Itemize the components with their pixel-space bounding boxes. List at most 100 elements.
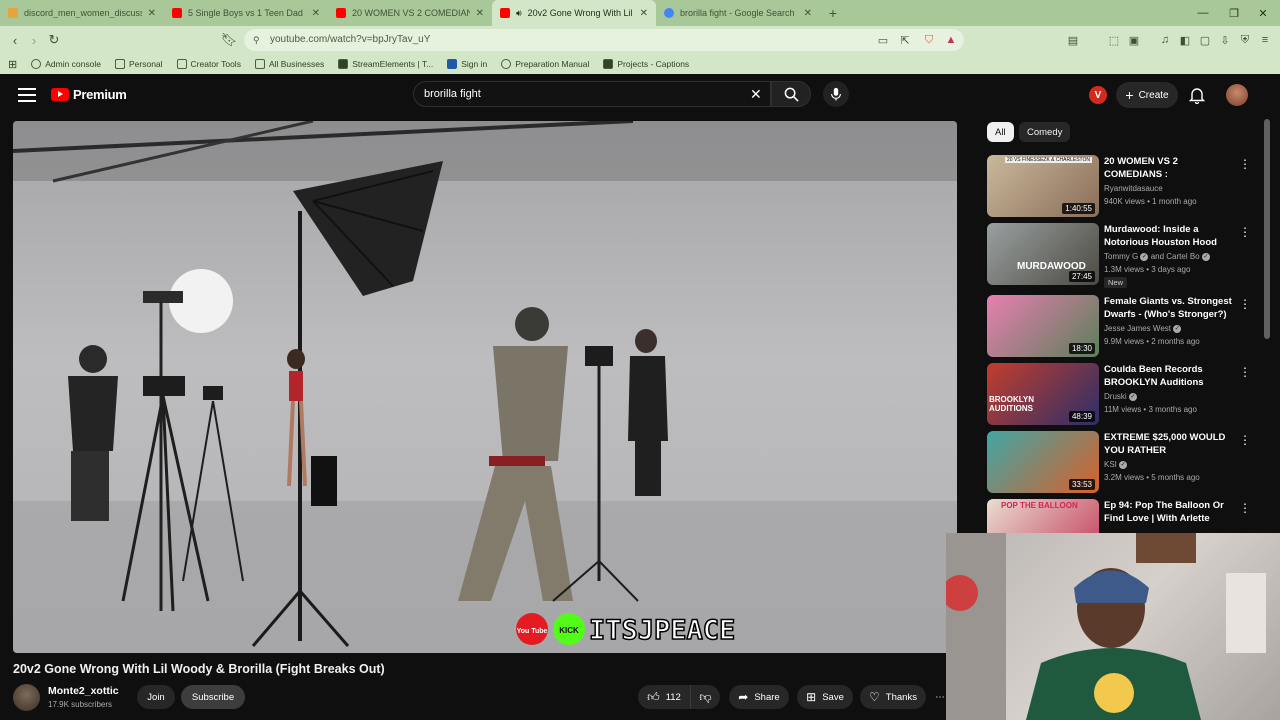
recommendation-meta: 11M views • 3 months ago	[1104, 405, 1197, 414]
minimize-icon[interactable]: —	[1186, 0, 1220, 26]
site-info-icon[interactable]: ⚲	[253, 29, 260, 51]
youtube-premium-logo[interactable]: Premium	[51, 87, 127, 102]
browser-tab[interactable]: 20 WOMEN VS 2 COMEDIANS : BRO ✕	[328, 0, 492, 26]
create-button[interactable]: + Create	[1116, 82, 1178, 108]
search-button[interactable]	[771, 81, 811, 107]
like-button[interactable]: 👍︎ 112	[638, 685, 690, 709]
extensions-icon[interactable]: ⬚	[1107, 33, 1121, 47]
kebab-menu-icon[interactable]: ⋮	[1239, 365, 1251, 379]
kebab-menu-icon[interactable]: ⋮	[1239, 297, 1251, 311]
bookmark-item[interactable]: Projects - Captions	[603, 59, 689, 69]
back-icon[interactable]: ‹	[5, 30, 25, 50]
video-thumbnail[interactable]: 33:53	[987, 431, 1099, 493]
channel-name[interactable]: Monte2_xottic	[48, 685, 119, 697]
url-field[interactable]: ⚲ youtube.com/watch?v=bpJryTav_uY	[244, 29, 964, 51]
recommendation-channel[interactable]: Jesse James West ✓	[1104, 324, 1182, 333]
reload-icon[interactable]: ↻	[44, 30, 64, 50]
bookmark-item[interactable]: StreamElements | T...	[338, 59, 433, 69]
wallet-icon[interactable]: ▣	[1127, 33, 1141, 47]
kebab-menu-icon[interactable]: ⋮	[1239, 157, 1251, 171]
recommendation-title[interactable]: Murdawood: Inside a Notorious Houston Ho…	[1104, 223, 1234, 249]
brave-shield-icon[interactable]: ⛉	[922, 33, 936, 47]
recommendation-title[interactable]: Ep 94: Pop The Balloon Or Find Love | Wi…	[1104, 499, 1234, 525]
screenshot-icon[interactable]: ▭	[876, 33, 890, 47]
tab-close-icon[interactable]: ✕	[312, 8, 320, 19]
sidebar-icon[interactable]: ◧	[1178, 33, 1192, 47]
recommendation-title[interactable]: Female Giants vs. Strongest Dwarfs - (Wh…	[1104, 295, 1234, 321]
bookmark-item[interactable]: Sign in	[447, 59, 487, 69]
brave-rewards-icon[interactable]: ▲	[944, 33, 958, 47]
recommendation-item[interactable]: POP THE BALLOON Ep 94: Pop The Balloon O…	[987, 499, 1262, 533]
kebab-menu-icon[interactable]: ⋮	[1239, 225, 1251, 239]
bookmark-folder[interactable]: All Businesses	[254, 59, 324, 69]
download-icon[interactable]: ⇩	[1218, 33, 1232, 47]
reader-icon[interactable]: ▤	[1066, 33, 1080, 47]
bookmark-folder[interactable]: Creator Tools	[176, 59, 241, 69]
recommendation-item[interactable]: MURDAWOOD 27:45 Murdawood: Inside a Noto…	[987, 223, 1262, 288]
tab-close-icon[interactable]: ✕	[640, 8, 648, 19]
new-badge: New	[1104, 277, 1128, 288]
video-thumbnail[interactable]: 18:30	[987, 295, 1099, 357]
thumbs-down-icon: 👎︎	[699, 689, 712, 704]
bookmark-folder[interactable]: Personal	[114, 59, 163, 69]
channel-avatar[interactable]	[13, 684, 40, 711]
sidebar-scrollbar[interactable]	[1264, 119, 1270, 339]
recommendation-item[interactable]: BROOKLYN AUDITIONS 48:39 Coulda Been Rec…	[987, 363, 1262, 425]
forward-icon[interactable]: ›	[24, 30, 44, 50]
join-button[interactable]: Join	[137, 685, 175, 709]
video-thumbnail[interactable]: BROOKLYN AUDITIONS 48:39	[987, 363, 1099, 425]
bookmark-item[interactable]: Preparation Manual	[501, 59, 589, 69]
browser-tab[interactable]: discord_men_women_discussion_nig ✕	[0, 0, 164, 26]
save-button[interactable]: ⊞ Save	[797, 685, 853, 709]
chip-all[interactable]: All	[987, 122, 1014, 142]
clear-search-icon[interactable]: ✕	[750, 86, 762, 103]
recommendation-title[interactable]: Coulda Been Records BROOKLYN Auditions h…	[1104, 363, 1234, 389]
hamburger-menu-icon[interactable]	[18, 86, 36, 104]
recommendation-title[interactable]: 20 WOMEN VS 2 COMEDIANS : CHARLESTON WHI…	[1104, 155, 1234, 181]
video-thumbnail[interactable]: 20 VS FINESSEZK & CHARLESTON 1:40:55	[987, 155, 1099, 217]
search-input[interactable]: brorilla fight	[413, 81, 771, 107]
kebab-menu-icon[interactable]: ⋮	[1239, 433, 1251, 447]
notifications-bell-icon[interactable]	[1188, 86, 1206, 104]
video-thumbnail[interactable]: POP THE BALLOON	[987, 499, 1099, 533]
thanks-button[interactable]: ♡ Thanks	[860, 685, 926, 709]
bookmark-icon[interactable]: 🔖︎	[219, 30, 239, 50]
recommendation-channel[interactable]: Tommy G ✓ and Cartel Bo ✓	[1104, 252, 1210, 261]
recommendation-title[interactable]: EXTREME $25,000 WOULD YOU RATHER	[1104, 431, 1234, 457]
speaker-icon[interactable]: 🔊︎	[516, 8, 522, 19]
video-duration: 33:53	[1068, 479, 1095, 490]
browser-tab[interactable]: 5 Single Boys vs 1 Teen Dad - YouTu ✕	[164, 0, 328, 26]
menu-icon[interactable]: ≡	[1258, 33, 1272, 47]
share-icon[interactable]: ⇱	[898, 33, 912, 47]
close-window-icon[interactable]: ✕	[1246, 0, 1280, 26]
apps-icon[interactable]: ⊞	[8, 58, 17, 71]
share-button[interactable]: ➦ Share	[729, 685, 789, 709]
video-player[interactable]: You Tube KICK ITSJPEACE	[13, 121, 957, 653]
music-icon[interactable]: ♫	[1158, 33, 1172, 47]
recommendation-channel[interactable]: Druski ✓	[1104, 392, 1137, 401]
recommendation-item[interactable]: 20 VS FINESSEZK & CHARLESTON 1:40:55 20 …	[987, 155, 1262, 217]
voice-search-button[interactable]	[823, 81, 849, 107]
tab-close-icon[interactable]: ✕	[804, 8, 812, 19]
new-tab-button[interactable]: +	[820, 0, 846, 26]
bookmark-item[interactable]: Admin console	[31, 59, 101, 69]
recommendation-channel[interactable]: KSI ✓	[1104, 460, 1128, 469]
vpn-icon[interactable]: ⛨	[1238, 33, 1252, 47]
recommendation-item[interactable]: 33:53 EXTREME $25,000 WOULD YOU RATHER K…	[987, 431, 1262, 493]
subscribe-button[interactable]: Subscribe	[181, 685, 245, 709]
vivaldi-extension-icon[interactable]: V	[1089, 86, 1107, 104]
youtube-favicon-icon	[172, 8, 182, 18]
chip-comedy[interactable]: Comedy	[1019, 122, 1071, 142]
account-avatar[interactable]	[1226, 84, 1248, 106]
tab-close-icon[interactable]: ✕	[148, 8, 156, 19]
kebab-menu-icon[interactable]: ⋮	[1239, 501, 1251, 515]
browser-tab-active[interactable]: 🔊︎ 20v2 Gone Wrong With Lil W ✕	[492, 0, 656, 26]
dislike-button[interactable]: 👎︎	[690, 685, 720, 709]
tab-close-icon[interactable]: ✕	[476, 8, 484, 19]
recommendation-item[interactable]: 18:30 Female Giants vs. Strongest Dwarfs…	[987, 295, 1262, 357]
wallet2-icon[interactable]: ▢	[1198, 33, 1212, 47]
recommendation-channel[interactable]: Ryanwitdasauce	[1104, 184, 1163, 193]
browser-tab[interactable]: brorilla fight - Google Search ✕	[656, 0, 820, 26]
video-thumbnail[interactable]: MURDAWOOD 27:45	[987, 223, 1099, 285]
channel-name-text: KSI	[1104, 460, 1117, 469]
